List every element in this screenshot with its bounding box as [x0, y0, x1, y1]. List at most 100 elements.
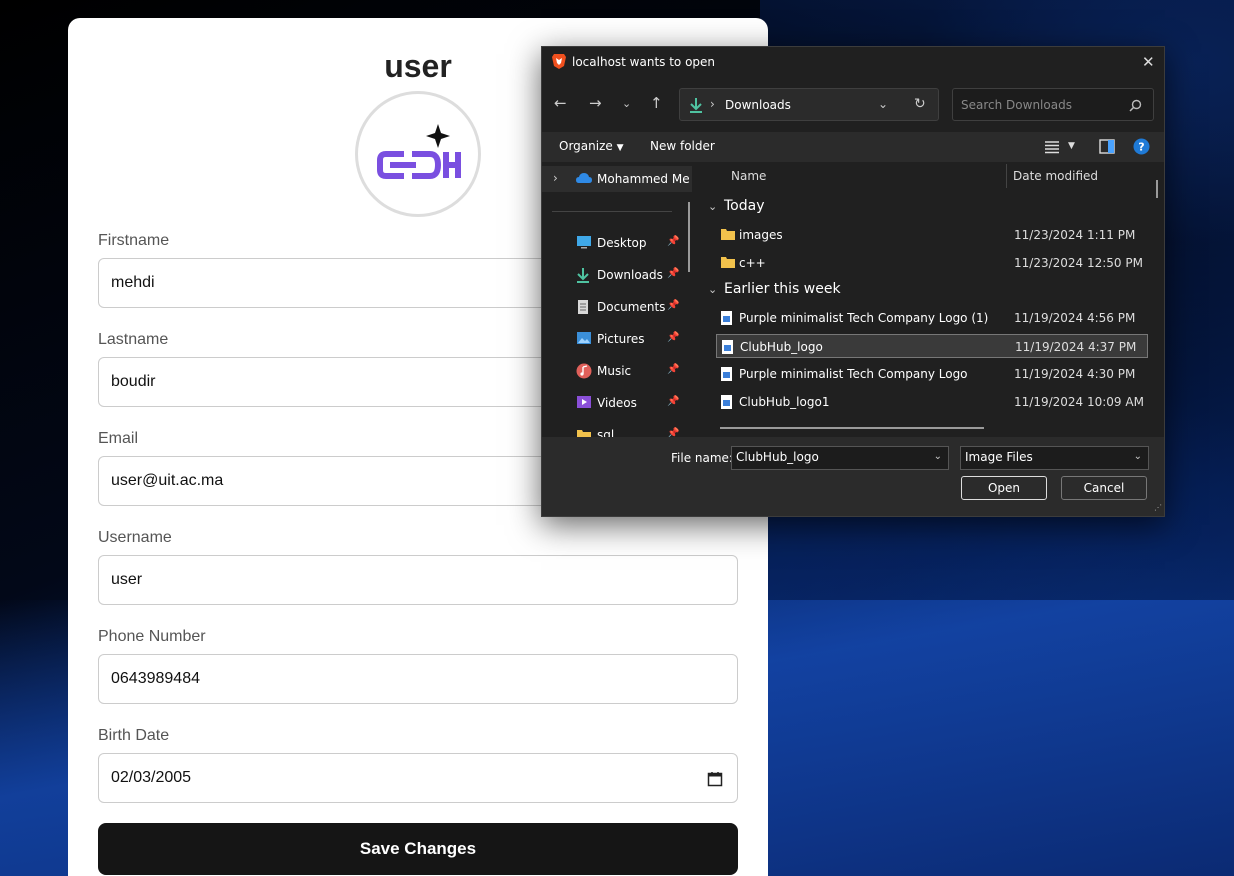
view-list-icon[interactable]	[1044, 140, 1060, 154]
file-list-scrollbar[interactable]	[1156, 180, 1158, 198]
nav-item-label: Music	[597, 364, 632, 378]
file-date: 11/23/2024 1:11 PM	[1014, 228, 1136, 242]
file-date: 11/19/2024 4:30 PM	[1014, 367, 1136, 381]
file-name: ClubHub_logo	[740, 340, 823, 354]
file-date: 11/23/2024 12:50 PM	[1014, 256, 1143, 270]
address-text: Downloads	[725, 98, 791, 112]
pin-icon[interactable]: 📌	[667, 396, 679, 407]
nav-item-sql[interactable]: sql 📌	[542, 422, 692, 437]
save-changes-button[interactable]: Save Changes	[98, 823, 738, 875]
file-name-label: File name:	[671, 451, 733, 465]
group-header-earlier[interactable]: Earlier this week	[724, 281, 841, 297]
column-header-name[interactable]: Name	[731, 169, 766, 183]
navigation-pane: › Mohammed Me Desktop 📌 Downloads 📌 Docu…	[542, 162, 695, 437]
nav-scrollbar[interactable]	[688, 202, 690, 272]
collapse-chevron-icon[interactable]: ⌄	[708, 283, 717, 296]
horizontal-scrollbar[interactable]	[720, 427, 984, 429]
nav-item-label: Downloads	[597, 268, 663, 282]
calendar-icon[interactable]	[707, 771, 723, 787]
file-row[interactable]: c++ 11/23/2024 12:50 PM	[716, 251, 1148, 275]
file-row-selected[interactable]: ClubHub_logo 11/19/2024 4:37 PM	[716, 334, 1148, 358]
column-header-date[interactable]: Date modified	[1013, 169, 1098, 183]
file-row[interactable]: ClubHub_logo1 11/19/2024 10:09 AM	[716, 390, 1148, 414]
resize-grip-icon[interactable]: ⋰	[1154, 503, 1162, 512]
help-icon[interactable]: ?	[1133, 138, 1150, 155]
address-dropdown-icon[interactable]: ⌄	[878, 97, 888, 111]
file-name: c++	[739, 256, 766, 270]
nav-item-videos[interactable]: Videos 📌	[542, 390, 692, 416]
chevron-right-icon[interactable]: ›	[553, 171, 558, 185]
nav-item-onedrive[interactable]: › Mohammed Me	[542, 166, 692, 192]
chevron-down-icon: ▼	[616, 143, 624, 153]
file-list: Name Date modified ⌄ Today images 11/23/…	[700, 162, 1164, 437]
pin-icon[interactable]: 📌	[667, 268, 679, 279]
dialog-titlebar: localhost wants to open ✕	[542, 47, 1164, 77]
nav-item-label: Documents	[597, 300, 666, 314]
email-label: Email	[98, 430, 139, 447]
folder-icon	[721, 229, 735, 240]
birthdate-input[interactable]: 02/03/2005	[98, 753, 738, 803]
file-name: ClubHub_logo1	[739, 395, 830, 409]
username-input[interactable]: user	[98, 555, 738, 605]
group-header-today[interactable]: Today	[724, 198, 765, 214]
club-logo-icon	[377, 124, 461, 179]
folder-icon	[721, 257, 735, 268]
phone-label: Phone Number	[98, 628, 206, 645]
phone-input[interactable]: 0643989484	[98, 654, 738, 704]
search-input[interactable]: Search Downloads	[952, 88, 1154, 121]
onedrive-icon	[576, 173, 592, 183]
new-folder-button[interactable]: New folder	[650, 139, 715, 153]
up-arrow-icon[interactable]: ↑	[650, 94, 663, 112]
search-placeholder: Search Downloads	[961, 98, 1072, 112]
collapse-chevron-icon[interactable]: ⌄	[708, 200, 717, 213]
avatar[interactable]	[355, 91, 481, 217]
file-type-select[interactable]: Image Files ⌄	[960, 446, 1149, 470]
file-name: images	[739, 228, 783, 242]
close-icon[interactable]: ✕	[1142, 53, 1155, 71]
organize-menu[interactable]: Organize ▼	[559, 139, 624, 153]
firstname-label: Firstname	[98, 232, 170, 249]
refresh-icon[interactable]: ↻	[914, 96, 926, 112]
back-arrow-icon[interactable]: ←	[554, 94, 567, 112]
nav-divider	[552, 211, 672, 212]
dialog-footer: File name: ClubHub_logo ⌄ Image Files ⌄ …	[542, 437, 1164, 516]
nav-item-documents[interactable]: Documents 📌	[542, 294, 692, 320]
dialog-title: localhost wants to open	[572, 55, 716, 69]
file-date: 11/19/2024 4:37 PM	[1015, 340, 1137, 354]
recent-locations-chevron-icon[interactable]: ⌄	[622, 97, 631, 110]
cancel-button[interactable]: Cancel	[1061, 476, 1147, 500]
forward-arrow-icon[interactable]: →	[589, 94, 602, 112]
pin-icon[interactable]: 📌	[667, 428, 679, 437]
nav-item-label: Mohammed Me	[597, 172, 690, 186]
file-name-input[interactable]: ClubHub_logo ⌄	[731, 446, 949, 470]
preview-pane-icon[interactable]	[1099, 139, 1115, 154]
file-row[interactable]: Purple minimalist Tech Company Logo (1) …	[716, 306, 1148, 330]
view-options-chevron-icon[interactable]: ▼	[1068, 141, 1075, 151]
nav-item-downloads[interactable]: Downloads 📌	[542, 262, 692, 288]
nav-item-pictures[interactable]: Pictures 📌	[542, 326, 692, 352]
music-icon	[576, 363, 592, 379]
nav-item-label: Videos	[597, 396, 637, 410]
pin-icon[interactable]: 📌	[667, 364, 679, 375]
open-button[interactable]: Open	[961, 476, 1047, 500]
column-divider[interactable]	[1006, 164, 1007, 188]
file-date: 11/19/2024 10:09 AM	[1014, 395, 1144, 409]
download-icon	[577, 268, 589, 283]
address-bar[interactable]: › Downloads ⌄ ↻	[679, 88, 939, 121]
nav-item-desktop[interactable]: Desktop 📌	[542, 230, 692, 256]
organize-label: Organize	[559, 139, 613, 153]
pin-icon[interactable]: 📌	[667, 300, 679, 311]
chevron-down-icon: ⌄	[1133, 451, 1142, 462]
file-row[interactable]: Purple minimalist Tech Company Logo 11/1…	[716, 362, 1148, 386]
birthdate-label: Birth Date	[98, 727, 170, 744]
svg-text:?: ?	[1138, 141, 1144, 154]
command-bar: Organize ▼ New folder ▼ ?	[542, 132, 1164, 162]
nav-item-music[interactable]: Music 📌	[542, 358, 692, 384]
pin-icon[interactable]: 📌	[667, 236, 679, 247]
file-row[interactable]: images 11/23/2024 1:11 PM	[716, 223, 1148, 247]
search-icon	[1129, 99, 1142, 112]
chevron-down-icon[interactable]: ⌄	[934, 451, 942, 462]
lastname-label: Lastname	[98, 331, 169, 348]
image-file-icon	[722, 340, 733, 354]
pin-icon[interactable]: 📌	[667, 332, 679, 343]
